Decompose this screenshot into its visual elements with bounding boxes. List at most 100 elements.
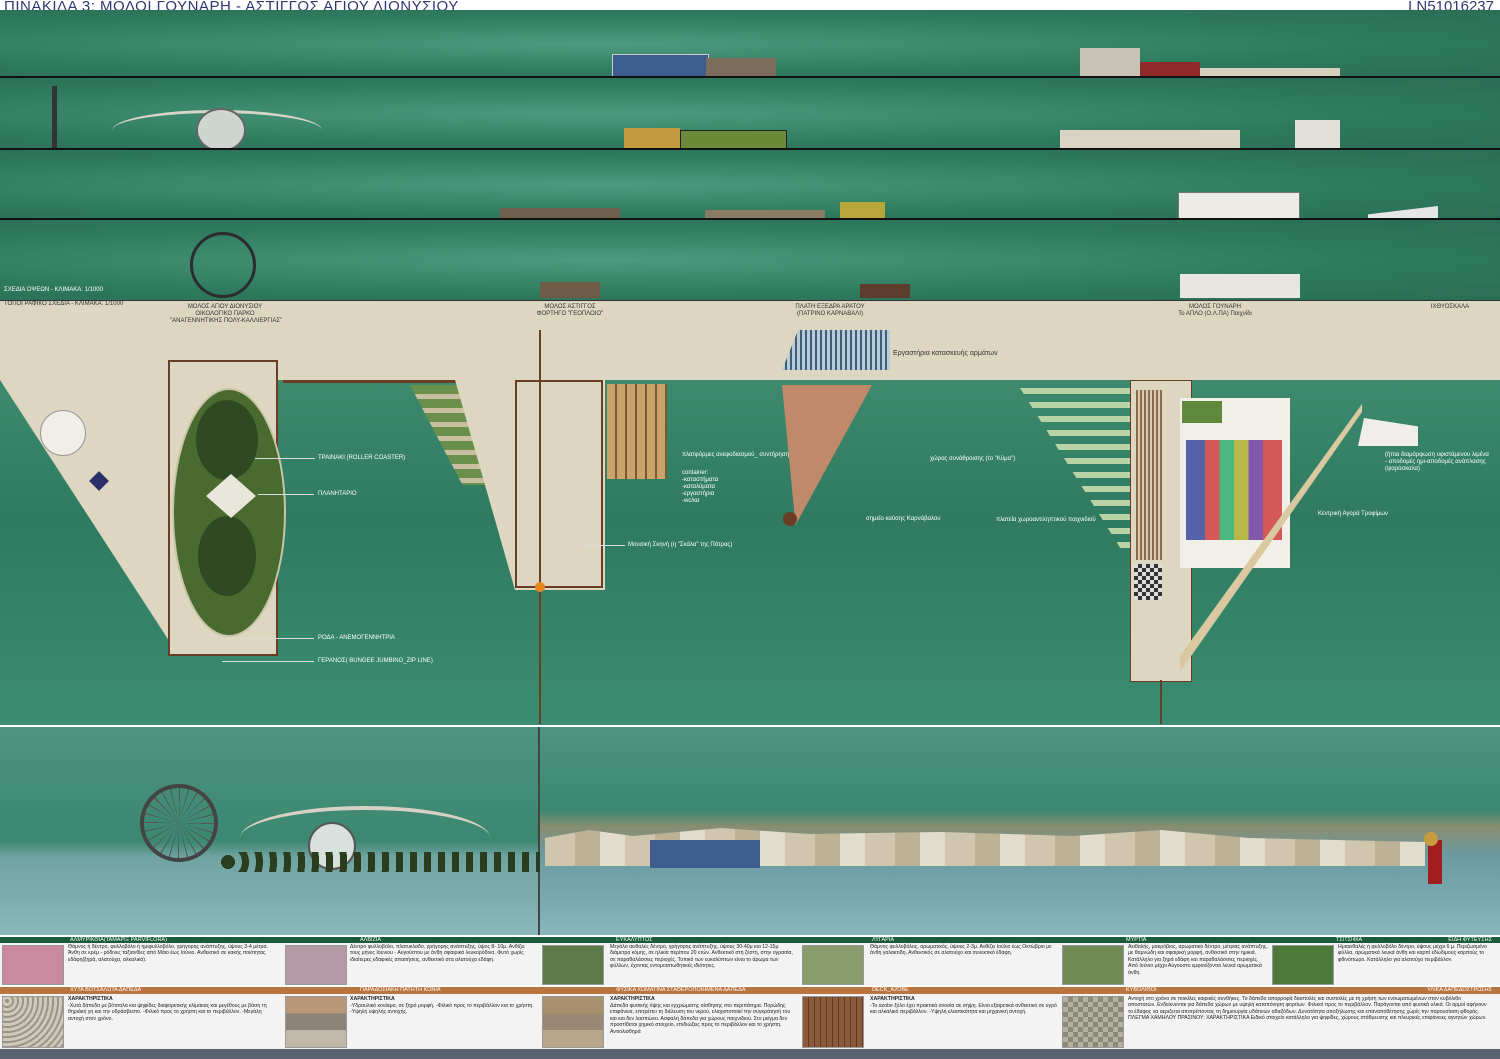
material-name-pavers: ΚΥΒΟΛΙΘΟΙ [1126, 987, 1157, 993]
elevation-building [860, 284, 910, 298]
label-containers-wc: -wc/κα [682, 498, 700, 504]
material-name-deck: DECK_A2OBE [872, 987, 909, 993]
elevation-building [624, 128, 680, 148]
leader-line [255, 458, 315, 459]
zone-sub-exedra: (ΠΑΤΡΙΝΟ ΚΑΡΝΑΒΑΛΙ) [797, 311, 863, 317]
render-pier-building [650, 840, 760, 868]
plant-text-jujube: Ημιαειθαλές ή φυλλοβόλο δέντρο, ύψους μέ… [1338, 944, 1487, 963]
plant-photo-jujube [1272, 945, 1334, 985]
elevation-strip-4 [0, 220, 1500, 300]
plant-name-myrtle: ΜΥΡΤΙΑ [1126, 937, 1147, 943]
material-text-earth: Δάπεδα φυσικής όψης και εγχρώματης αίσθη… [610, 1003, 791, 1035]
plant-name-lygaria: ΛΥΓΑΡΙΑ [872, 937, 894, 943]
label-stage: Μουσική Σκηνή (η "Σκάλα" της Πάτρας) [628, 542, 733, 548]
elevations-scale-label: ΣΧΕΔΙΑ ΟΨΕΩΝ - ΚΛΙΜΑΚΑ: 1/1000 [4, 287, 103, 293]
chess-board [1134, 564, 1162, 600]
container-rows [607, 384, 667, 479]
label-containers-lodging: -καταλύματα [682, 484, 715, 490]
material-photo-konia [285, 996, 347, 1048]
material-photo-deck [802, 996, 864, 1048]
zone-sub2-agios-dionysios: "ΑΝΑΓΕΝΝΗΤΙΚΗΣ ΠΟΛΥ-ΚΑΛΛΙΕΡΓΙΑΣ" [170, 318, 283, 324]
plant-name-jujube: ΤΣΙΤΣΙΦΙΑ [1336, 937, 1363, 943]
zone-title-exedra: ΠΛΑΤΗ ΕΞΕΔΡΑ ΑΡΑΤΟΥ [795, 304, 865, 310]
label-gathering: χώρος συνάθροισης (το "Κύμα") [930, 456, 1016, 462]
material-text-pebbles: -Χυτά δάπεδα με βότσαλα και ψηφίδες διαφ… [68, 1003, 267, 1022]
elevation-strip-2 [0, 78, 1500, 152]
plan-scale-label: ΤΟΠΟΓΡΑΦΙΚΟ ΣΧΕΔΙΑ - ΚΛΙΜΑΚΑ: 1/1000 [4, 301, 124, 307]
elevation-building [1200, 68, 1340, 76]
label-roller-coaster: ΤΡΑΙΝΑΚΙ (ROLLER COASTER) [318, 455, 406, 461]
label-port-3: (ψαρόσκαλα) [1385, 466, 1420, 472]
plant-name-albizia: ΑΛΒΙΖΙΑ [360, 937, 382, 943]
render-ferris-wheel [140, 784, 218, 862]
plant-photo-albizia [285, 945, 347, 985]
label-workshops: Εργαστήρια κατασκευής αρμάτων [893, 350, 998, 357]
zone-sub-astiggos: ΦΟΡΤΗΓΟ "ΓΕΟΠΛΟΙΟ" [536, 311, 604, 317]
elevation-strip-1 [0, 10, 1500, 78]
leader-line [585, 545, 625, 546]
material-head-deck: ΧΑΡΑΚΤΗΡΙΣΤΙΚΑ [870, 996, 915, 1002]
plant-photo-tamarix [2, 945, 64, 985]
elevation-building [1140, 62, 1200, 76]
legend-materials-bar [0, 987, 1500, 994]
elevation-building [705, 210, 825, 218]
render-right [540, 727, 1500, 935]
label-crane: ΓΕΡΑΝΟΣ( BUNGEE JUMBING_ZIP LINE) [318, 658, 433, 664]
zone-sub-gounari: Το ΑΠΛΟ (Ο.Λ.ΠΑ) Παιχνίδι [1178, 311, 1252, 317]
material-head-konia: ΧΑΡΑΚΤΗΡΙΣΤΙΚΑ [350, 996, 395, 1002]
label-port-2: - αποδομές ημι-αποδομές ανάπλασης [1385, 459, 1486, 465]
crowd-strip [1136, 390, 1162, 560]
material-text-pavers: Αντοχή στο χρόνο σε ποικίλες καιρικές συ… [1128, 996, 1487, 1022]
elevation-building [680, 130, 787, 150]
zone-title-ichthyoskala: ΙΧΘΥΟΣΚΑΛΑ [1430, 304, 1470, 310]
exedra-canopy [782, 330, 890, 370]
park-tree-cluster [196, 400, 258, 480]
plant-photo-lygaria [802, 945, 864, 985]
elevation-building [1178, 192, 1300, 220]
astiggos-mooring-line [539, 330, 541, 724]
elevation-building [540, 282, 600, 298]
elevation-building [706, 58, 776, 76]
label-containers-shops: -καταστήματα [682, 477, 719, 483]
render-trees [220, 852, 540, 872]
plant-text-tamarix: Θάμνος ή δέντρο, φυλλοβόλο ή ημιφυλλοβόλ… [68, 944, 268, 963]
stage-point [535, 582, 545, 592]
elevation-building [500, 208, 620, 218]
plant-name-tamarix: ΑΛΜΥΡΙΚΘΙΑ(ΤΑΜΑΡΙΞ PARVIFLORA) [70, 937, 167, 943]
plant-photo-myrtle [1062, 945, 1124, 985]
elevation-building [1060, 130, 1240, 148]
leader-line [258, 494, 314, 495]
park-tree-cluster [198, 516, 256, 596]
material-name-earth: ΦΥΣΙΚΑ ΧΩΜΑΤΙΝΑ ΣΤΑΘΕΡΟΠΟΙΗΜΕΝΑ ΔΑΠΕΔΑ [616, 987, 746, 993]
elevation-chimney [52, 86, 57, 148]
plant-text-albizia: Δέντρο φυλλοβόλο, πλατυκλαδο, γρήγορης α… [350, 944, 525, 963]
elevation-building [840, 202, 885, 218]
label-planetarium: ΠΛΑΝΗΤΑΡΙΟ [318, 491, 357, 497]
material-text-konia: -Υδραυλικό κονίαμα, σε ξηρό μορφή. -Φιλι… [350, 1003, 534, 1016]
plant-text-myrtle: Αειθαλής, μακρόβιος, αρωματικό δέντρο, μ… [1128, 944, 1268, 976]
green-roof [1182, 401, 1222, 423]
elevation-building [612, 54, 709, 78]
elevation-building [1180, 274, 1300, 298]
material-photo-pebbles [2, 996, 64, 1048]
zone-sub-agios-dionysios: ΟΙΚΟΛΟΓΙΚΟ ΠΑΡΚΟ [195, 311, 255, 317]
label-port-1: (ήπια διαμόρφωση υφιστάμενου λιμένα [1385, 452, 1489, 458]
elevation-building [1295, 120, 1340, 148]
material-photo-earth [542, 996, 604, 1048]
zone-title-astiggos: ΜΟΛΟΣ ΑΣΤΙΓΓΟΣ [544, 304, 596, 310]
zone-title-gounari: ΜΟΛΟΣ ΓΟΥΝΑΡΗ [1189, 304, 1241, 310]
plant-name-eucalyptus: ΕΥΚΑΛΥΠΤΟΣ [616, 937, 653, 943]
label-burning: σημείο καύσης Καρνάβαλου [866, 516, 941, 522]
material-text-deck: -Το αzobe ξύλο έχει πρακτικά ανοσία σε σ… [870, 1003, 1057, 1016]
label-floating-plaza: πλατεία χωροαντιληπτικού παιχνιδιού [996, 517, 1096, 523]
elevation-strip-3 [0, 150, 1500, 220]
material-photo-pavers [1062, 996, 1124, 1048]
material-name-konia: ΠΑΡΑΔΟΣΙΑΚΗ ΠΑΤΗΤΗ ΚΟΝΙΑ [360, 987, 441, 993]
plan-top-line [0, 300, 1500, 301]
label-containers: container: [682, 470, 709, 476]
legend-materials-label: ΥΛΙΚΑ ΔΑΠΕΔΟΣΤΡΩΣΗΣ [1427, 987, 1492, 993]
gounari-mooring-line [1160, 680, 1162, 724]
render-sphere [1424, 832, 1438, 846]
astiggos-frame [515, 380, 603, 588]
leader-line [240, 638, 314, 639]
